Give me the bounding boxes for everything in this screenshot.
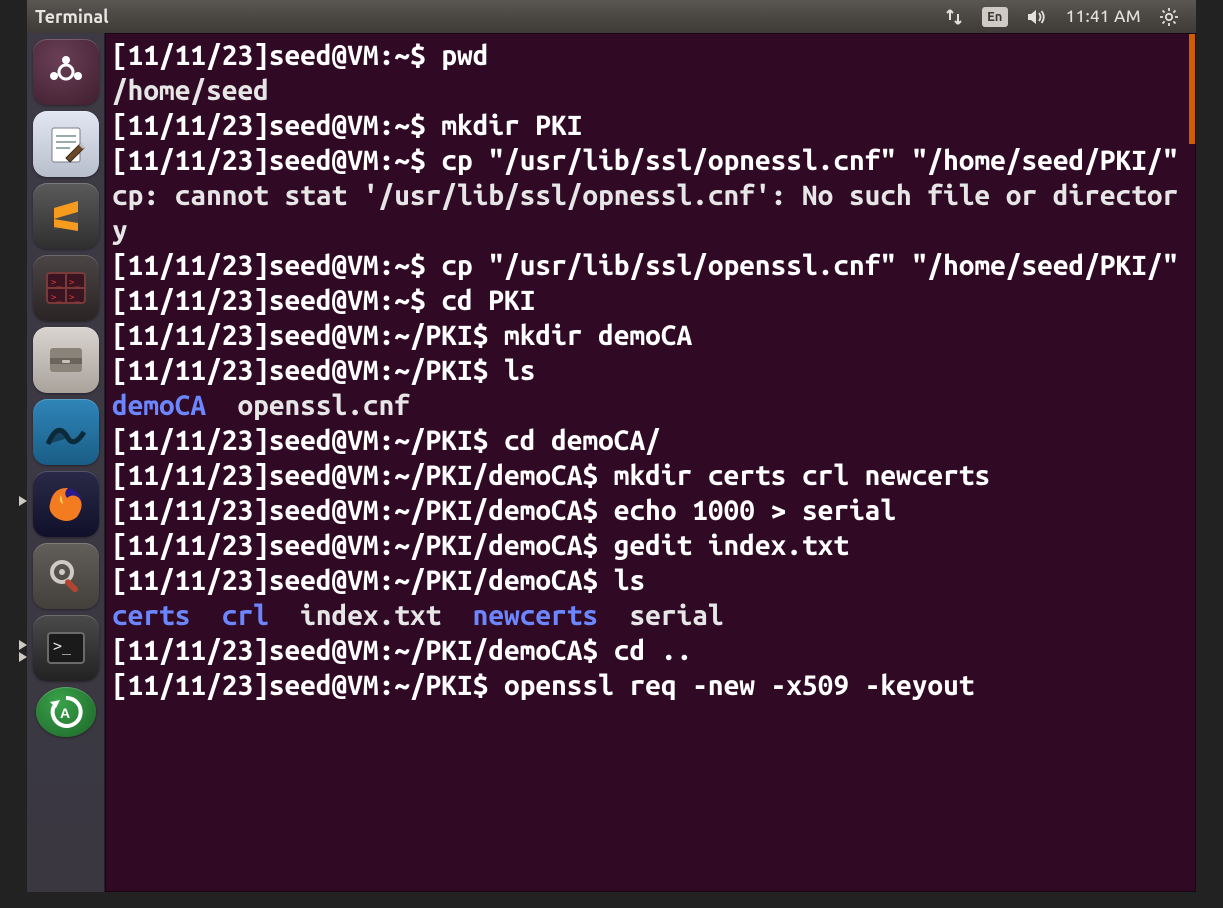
svg-text:>_: >_ <box>51 293 62 303</box>
clock[interactable]: 11:41 AM <box>1057 0 1150 33</box>
launcher-wireshark[interactable] <box>33 399 99 465</box>
menubar: Terminal En 11:41 AM <box>27 0 1196 33</box>
svg-text:>_: >_ <box>69 293 80 303</box>
svg-text:>_: >_ <box>51 278 62 288</box>
launcher: >_ >_ >_ >_ <box>27 33 105 892</box>
launcher-terminator[interactable]: >_ >_ >_ >_ <box>33 255 99 321</box>
network-icon[interactable] <box>935 0 973 33</box>
volume-icon[interactable] <box>1017 0 1057 33</box>
terminal-output[interactable]: [11/11/23]seed@VM:~$ pwd /home/seed [11/… <box>106 34 1195 891</box>
svg-text:>_: >_ <box>69 278 80 288</box>
launcher-terminal[interactable]: >_ <box>33 615 99 681</box>
keyboard-lang-label: En <box>982 7 1008 27</box>
launcher-firefox[interactable] <box>33 471 99 537</box>
launcher-settings[interactable] <box>33 543 99 609</box>
screen: Terminal En 11:41 AM <box>0 0 1223 908</box>
launcher-sublime[interactable] <box>33 183 99 249</box>
gear-icon[interactable] <box>1150 0 1188 33</box>
launcher-dash[interactable] <box>33 39 99 105</box>
launcher-files[interactable] <box>33 327 99 393</box>
terminal-window[interactable]: [11/11/23]seed@VM:~$ pwd /home/seed [11/… <box>105 33 1196 892</box>
pip-icon <box>19 640 27 650</box>
pip-icon <box>19 496 27 506</box>
svg-text:>_: >_ <box>53 637 72 655</box>
pip-icon <box>19 652 27 662</box>
svg-text:A: A <box>60 705 70 721</box>
keyboard-lang-indicator[interactable]: En <box>973 0 1017 33</box>
menubar-app-title: Terminal <box>35 7 109 27</box>
launcher-software-updater[interactable]: A <box>36 687 96 737</box>
launcher-text-editor[interactable] <box>33 111 99 177</box>
